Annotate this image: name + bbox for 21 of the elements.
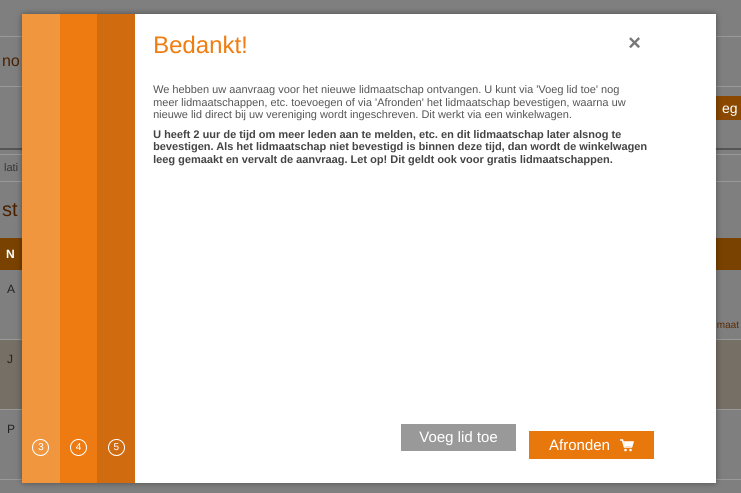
page-button[interactable]: eg bbox=[716, 96, 741, 120]
step-number: 3 bbox=[32, 439, 50, 456]
row-link[interactable]: maat bbox=[716, 320, 741, 331]
section-title: st bbox=[2, 198, 18, 222]
dialog-title: Bedankt! bbox=[153, 32, 248, 60]
page-tab[interactable]: lati bbox=[4, 162, 18, 174]
step-stripe[interactable]: 3 bbox=[22, 14, 60, 483]
finish-button[interactable]: Afronden bbox=[529, 431, 654, 459]
table-cell: J bbox=[7, 352, 13, 366]
step-number: 4 bbox=[70, 439, 88, 456]
message-text: U heeft 2 uur de tijd om meer leden aan te melden, etc. en dit lidmaatschap later alsnog te bevestigen. Als het lidmaatschap niet bevestigd is binnen deze tijd, dan wordt de winkelwagen leeg gemaakt en vervalt de aanvraag. Let op! Dit geldt ook voor gratis lidmaatschappen. bbox=[153, 128, 648, 167]
step-stripe[interactable]: 5 bbox=[97, 14, 136, 483]
add-member-button[interactable]: Voeg lid toe bbox=[401, 424, 516, 451]
page-heading: no bbox=[2, 52, 20, 70]
cart-icon bbox=[620, 438, 634, 452]
step-stripe[interactable]: 4 bbox=[60, 14, 98, 483]
step-number: 5 bbox=[108, 439, 125, 456]
table-cell: P bbox=[7, 422, 16, 436]
table-cell: A bbox=[7, 282, 16, 296]
close-button[interactable]: × bbox=[628, 32, 641, 54]
message-text: We hebben uw aanvraag voor het nieuwe lidmaatschap ontvangen. U kunt via 'Voeg lid toe' nog meer lidmaatschappen, etc. toevoegen of via 'Afronden' het lidmaatschap bevestigen, waarna uw nieuwe lid direct bij uw vereniging wordt ingeschreven. Dit werkt via een winkelwagen. bbox=[153, 84, 627, 122]
